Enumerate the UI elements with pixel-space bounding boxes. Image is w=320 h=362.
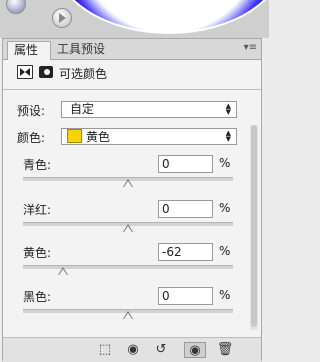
panel-menu-icon[interactable]: ▾≡: [244, 42, 257, 53]
color-wheel: [52, 0, 269, 34]
slider-label-black: 黑色:: [23, 290, 52, 304]
tab-properties[interactable]: 属性: [7, 41, 51, 60]
divider: [3, 89, 261, 90]
preset-value: 自定: [70, 102, 95, 116]
tab-tool-presets-label: 工具预设: [57, 42, 106, 56]
adjustment-icon[interactable]: [39, 66, 53, 78]
bottom-toolbar: ⬚ ◉ ↺ ◉ 🗑: [3, 337, 261, 362]
scrollbar-thumb[interactable]: [251, 125, 257, 327]
magenta-slider-thumb[interactable]: [123, 224, 133, 232]
delete-icon[interactable]: 🗑: [215, 342, 235, 358]
yellow-input[interactable]: -62: [158, 243, 213, 261]
select-arrows-icon: ▲ ▼: [225, 129, 231, 143]
tab-tool-presets[interactable]: 工具预设: [51, 41, 111, 59]
slider-label-magenta: 洋红:: [23, 203, 52, 217]
reset-icon[interactable]: ↺: [151, 342, 171, 358]
magenta-input[interactable]: 0: [158, 200, 213, 218]
preset-select[interactable]: 自定 ▲ ▼: [61, 101, 237, 118]
properties-panel: 属性 工具预设 ▾≡ 可选颜色 预设: 自定 ▲ ▼ 颜色: 黄色 ▲ ▼ 青色: …: [2, 38, 262, 362]
clip-to-layer-icon[interactable]: ⬚: [95, 342, 115, 358]
slider-label-cyan: 青色:: [23, 158, 52, 172]
black-input[interactable]: 0: [158, 287, 213, 305]
scrollbar[interactable]: [250, 125, 258, 330]
adjustment-title: 可选颜色: [59, 67, 108, 81]
preset-label: 预设:: [17, 104, 46, 118]
tab-properties-label: 属性: [14, 43, 39, 57]
percent-unit: %: [219, 288, 231, 302]
colors-value: 黄色: [86, 130, 111, 144]
panel-tabbar: 属性 工具预设 ▾≡: [3, 39, 261, 60]
canvas-area: [0, 0, 269, 38]
slider-label-yellow: 黄色:: [23, 246, 52, 260]
color-swatch: [67, 129, 82, 143]
cyan-slider-thumb[interactable]: [123, 179, 133, 187]
percent-unit: %: [219, 244, 231, 258]
visibility-icon[interactable]: ◉: [184, 342, 206, 358]
layer-mask-icon[interactable]: [17, 65, 33, 79]
view-previous-icon[interactable]: ◉: [123, 342, 143, 358]
black-slider-thumb[interactable]: [123, 311, 133, 319]
colors-label: 颜色:: [17, 131, 46, 145]
select-arrows-icon: ▲ ▼: [225, 102, 231, 116]
cyan-input[interactable]: 0: [158, 155, 213, 173]
percent-unit: %: [219, 201, 231, 215]
yellow-slider-thumb[interactable]: [57, 267, 68, 275]
yellow-slider-track[interactable]: [23, 265, 233, 269]
circle-button[interactable]: [6, 0, 26, 14]
percent-unit: %: [219, 156, 231, 170]
colors-select[interactable]: 黄色 ▲ ▼: [61, 128, 237, 145]
play-icon[interactable]: [52, 8, 72, 28]
